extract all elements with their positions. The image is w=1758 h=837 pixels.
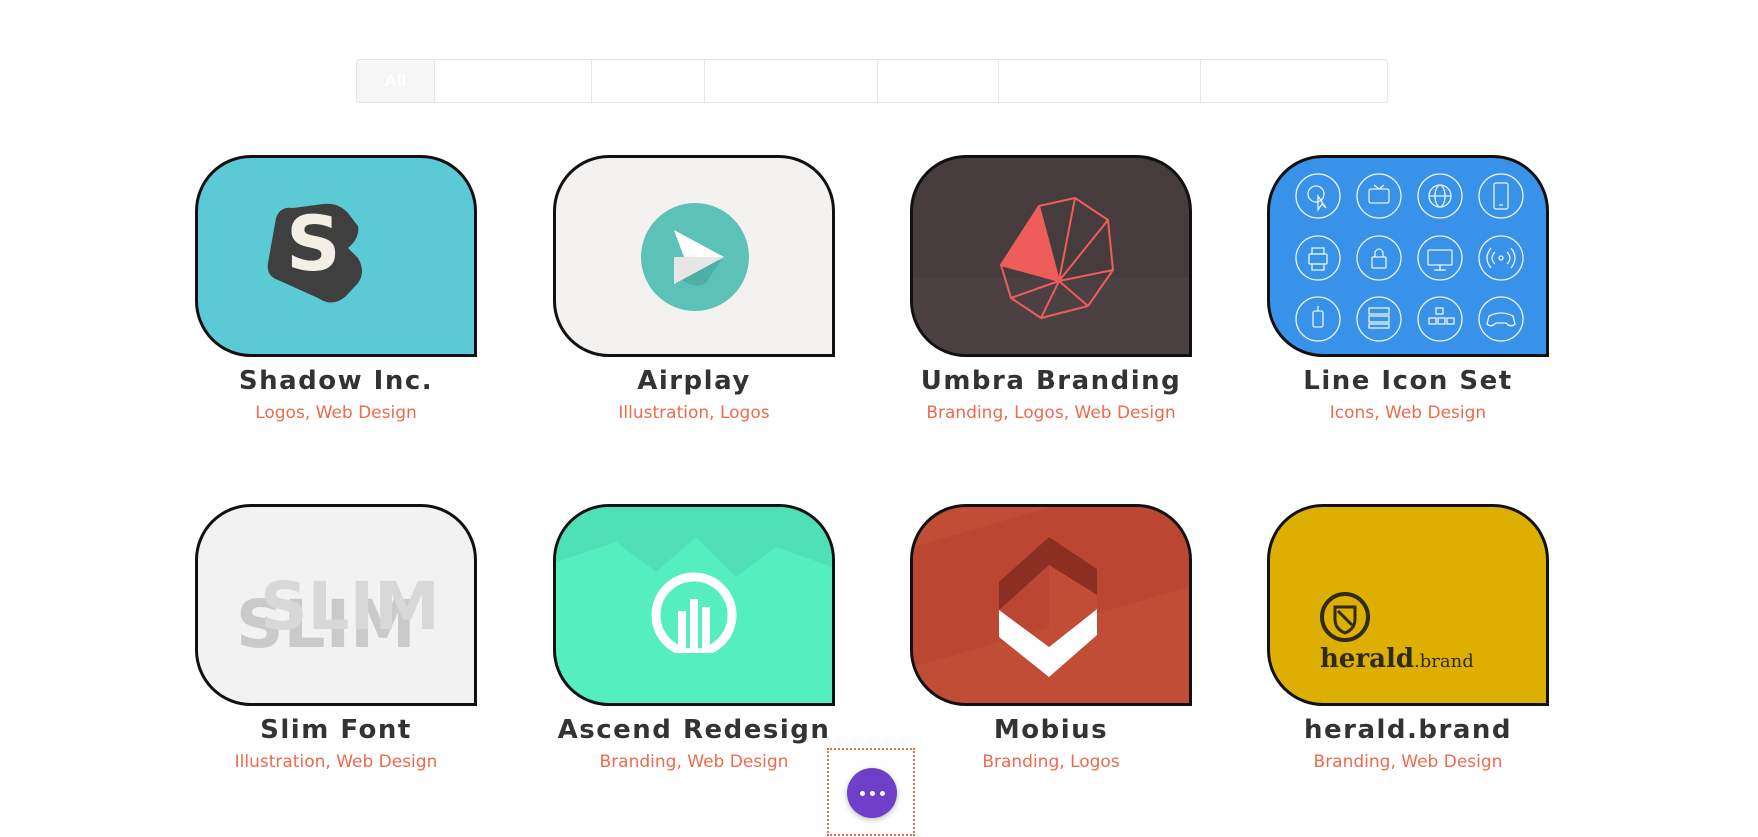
project-title[interactable]: Umbra Branding (910, 366, 1192, 396)
project-title[interactable]: Slim Font (195, 715, 477, 745)
svg-text:S: S (286, 199, 341, 288)
project-title[interactable]: Shadow Inc. (195, 366, 477, 396)
filter-tab-2[interactable] (435, 60, 592, 102)
category-link[interactable]: Branding (926, 403, 1003, 423)
project-card: Airplay Illustration, Logos (553, 155, 835, 423)
project-thumbnail[interactable] (910, 155, 1192, 357)
dot-icon (879, 790, 885, 796)
project-card: SLIM SLIM Slim Font Illustration, Web De… (195, 504, 477, 772)
dot-icon (859, 790, 865, 796)
project-thumbnail[interactable] (553, 155, 835, 357)
category-link[interactable]: Illustration (235, 752, 326, 772)
category-link[interactable]: Branding (982, 752, 1059, 772)
category-link[interactable]: Web Design (336, 752, 437, 772)
category-link[interactable]: Branding (1314, 752, 1391, 772)
portfolio-filter-bar: All (356, 59, 1388, 103)
category-link[interactable]: Illustration (618, 403, 709, 423)
project-title[interactable]: Ascend Redesign (553, 715, 835, 745)
category-link[interactable]: Web Design (316, 403, 417, 423)
category-link[interactable]: Logos (720, 403, 770, 423)
filter-tab-5[interactable] (878, 60, 999, 102)
project-card: Line Icon Set Icons, Web Design (1267, 155, 1549, 423)
project-title[interactable]: Mobius (910, 715, 1192, 745)
category-link[interactable]: Logos (255, 403, 305, 423)
project-categories: Branding, Web Design (1313, 752, 1503, 772)
project-title[interactable]: Line Icon Set (1267, 366, 1549, 396)
project-title[interactable]: Airplay (553, 366, 835, 396)
project-card: S Shadow Inc. Logos, Web Design (195, 155, 477, 423)
category-link[interactable]: Logos (1014, 403, 1064, 423)
slim-font-wordmark-icon: SLIM SLIM (236, 568, 440, 663)
category-link[interactable]: Logos (1070, 752, 1120, 772)
ascend-logo-icon (556, 507, 832, 663)
filter-tab-7[interactable] (1201, 60, 1387, 102)
project-categories: Branding, Logos, Web Design (926, 403, 1176, 423)
project-card: Umbra Branding Branding, Logos, Web Desi… (910, 155, 1192, 423)
more-options-button[interactable] (847, 768, 897, 818)
project-thumbnail[interactable]: SLIM SLIM (195, 504, 477, 706)
svg-text:SLIM: SLIM (260, 568, 440, 645)
project-card: Mobius Branding, Logos (910, 504, 1192, 772)
project-thumbnail[interactable] (553, 504, 835, 706)
filter-tab-6[interactable] (999, 60, 1201, 102)
project-categories: Illustration, Logos (618, 403, 770, 423)
line-icons-grid-icon (1295, 173, 1524, 342)
project-thumbnail[interactable]: herald.brand (1267, 504, 1549, 706)
svg-text:herald.brand: herald.brand (1320, 644, 1474, 674)
project-thumbnail[interactable] (1267, 155, 1549, 357)
herald-brand-logo-icon: herald.brand (1320, 592, 1474, 674)
category-link[interactable]: Branding (600, 752, 677, 772)
category-link[interactable]: Web Design (687, 752, 788, 772)
airplay-play-icon (641, 203, 749, 311)
category-link[interactable]: Web Design (1401, 752, 1502, 772)
project-categories: Branding, Web Design (599, 752, 789, 772)
polyhedron-logo-icon (913, 196, 1189, 354)
project-categories: Illustration, Web Design (234, 752, 438, 772)
more-options-focus-outline (827, 748, 915, 836)
project-thumbnail[interactable]: S (195, 155, 477, 357)
project-categories: Logos, Web Design (255, 403, 417, 423)
project-thumbnail[interactable] (910, 504, 1192, 706)
filter-tab-3[interactable] (592, 60, 705, 102)
project-card: herald.brand herald.brand Branding, Web … (1267, 504, 1549, 772)
shadow-inc-logo-icon: S (267, 199, 362, 303)
category-link[interactable]: Web Design (1075, 403, 1176, 423)
dot-icon (869, 790, 875, 796)
category-link[interactable]: Web Design (1385, 403, 1486, 423)
project-categories: Branding, Logos (982, 752, 1120, 772)
project-title[interactable]: herald.brand (1267, 715, 1549, 745)
mobius-logo-icon (913, 507, 1189, 677)
project-card: Ascend Redesign Branding, Web Design (553, 504, 835, 772)
project-categories: Icons, Web Design (1329, 403, 1487, 423)
category-link[interactable]: Icons (1330, 403, 1374, 423)
filter-tab-all[interactable]: All (357, 60, 435, 102)
filter-tab-4[interactable] (705, 60, 878, 102)
